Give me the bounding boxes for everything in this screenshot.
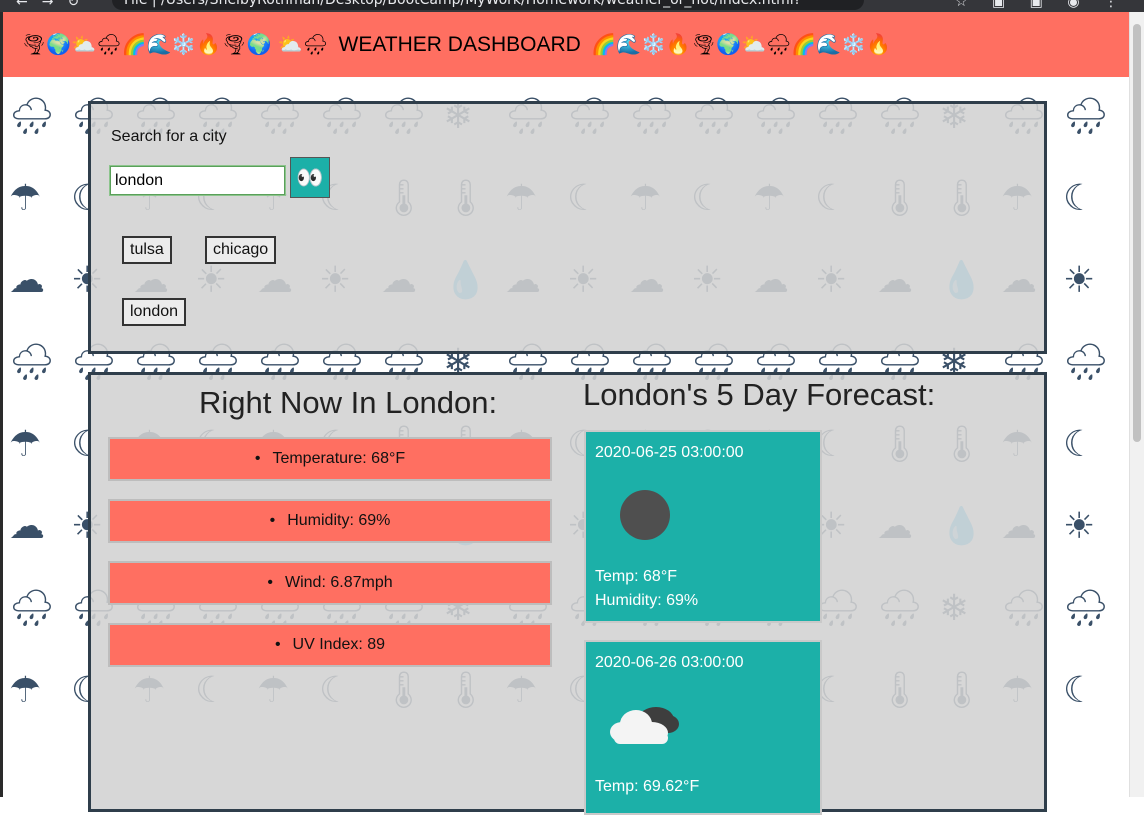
history-button-tulsa[interactable]: tulsa — [122, 236, 172, 264]
page-scrollbar[interactable] — [1129, 12, 1144, 797]
sun-icon: ☀ — [1063, 506, 1096, 547]
bullet: • — [267, 574, 273, 591]
cloud-icon — [610, 707, 679, 744]
forecast-temp: Temp: 69.62°F — [595, 778, 700, 795]
page-header: 🌪🌍⛅🌧🌈🌊❄️🔥🌪🌍 ⛅🌧 WEATHER DASHBOARD 🌈🌊❄️🔥🌪🌍… — [3, 12, 1130, 77]
forecast-card: 2020-06-25 03:00:00 Temp: 68°F Humidity:… — [584, 430, 822, 623]
rain-cloud-icon: 🌧 — [1063, 342, 1109, 383]
rain-cloud-icon: 🌧 — [1063, 588, 1109, 629]
sun-icon: ☀ — [1063, 260, 1096, 301]
moon-icon: ☾ — [1063, 424, 1096, 465]
page-title: WEATHER DASHBOARD — [338, 33, 581, 56]
current-weather-title: Right Now In London: — [199, 385, 498, 420]
search-button[interactable]: 👀 — [290, 157, 330, 198]
header-emoji-right: 🌈🌊❄️🔥🌪🌍⛅🌧🌈🌊❄️🔥 — [591, 32, 891, 56]
rain-cloud-icon: 🌧 — [1063, 96, 1109, 137]
rain-cloud-icon: 🌧 — [9, 588, 55, 629]
moon-icon: ☾ — [1063, 670, 1096, 711]
umbrella-icon: ☂ — [9, 670, 42, 711]
forecast-temp: Temp: 68°F — [595, 568, 677, 585]
moon-icon — [620, 490, 670, 540]
humidity-text: Humidity: 69% — [287, 512, 391, 529]
umbrella-icon: ☂ — [9, 178, 42, 219]
address-bar[interactable]: File | /Users/ShelbyRothman/Desktop/Boot… — [112, 0, 864, 10]
search-input[interactable] — [110, 166, 285, 195]
forecast-humidity: Humidity: 69% — [595, 592, 699, 609]
search-label: Search for a city — [111, 128, 227, 145]
humidity-stat: • Humidity: 69% — [108, 499, 552, 543]
uv-index-text: UV Index: 89 — [292, 636, 386, 653]
extension-icons[interactable]: ☆ ▣ ▣ ◉ ⋮ — [955, 0, 1128, 10]
bullet: • — [274, 636, 281, 653]
cloud-icon: ☁ — [9, 506, 45, 547]
umbrella-icon: ☂ — [9, 424, 42, 465]
browser-toolbar: ←→↻ File | /Users/ShelbyRothman/Desktop/… — [0, 0, 1144, 12]
rain-cloud-icon: 🌧 — [9, 342, 55, 383]
forecast-date: 2020-06-26 03:00:00 — [595, 654, 744, 671]
wind-stat: • Wind: 6.87mph — [108, 561, 552, 605]
forecast-date: 2020-06-25 03:00:00 — [595, 444, 744, 461]
forecast-card: 2020-06-26 03:00:00 Temp: 69.62°F — [584, 640, 822, 815]
history-button-london[interactable]: london — [122, 298, 187, 326]
moon-icon: ☾ — [1063, 178, 1096, 219]
uv-index-stat: • UV Index: 89 — [108, 623, 552, 667]
search-panel: Search for a city 👀 tulsa chicago london — [88, 101, 1047, 354]
history-button-chicago[interactable]: chicago — [205, 236, 277, 264]
forecast-title: London's 5 Day Forecast: — [583, 377, 936, 412]
rain-cloud-icon: 🌧 — [9, 96, 55, 137]
temperature-text: Temperature: 68°F — [272, 450, 406, 467]
temperature-stat: • Temperature: 68°F — [108, 437, 552, 481]
bullet: • — [269, 512, 276, 529]
cloud-icon: ☁ — [9, 260, 45, 301]
bullet: • — [254, 450, 261, 467]
eyes-icon: 👀 — [296, 164, 324, 190]
header-emoji-left: 🌪🌍⛅🌧🌈🌊❄️🔥🌪🌍 ⛅🌧 — [21, 32, 329, 56]
page: 🌧🌧🌧🌧🌧🌧🌧❄🌧🌧🌧🌧🌧🌧🌧❄🌧🌧☂☾☂☾☂☾🌡🌡☂☾☂☾☂☾🌡🌡☂☾☁☀☁☀… — [3, 12, 1130, 815]
results-panel: Right Now In London: • Temperature: 68°F… — [88, 372, 1047, 815]
browser-nav-icons[interactable]: ←→↻ — [16, 0, 93, 10]
wind-text: Wind: 6.87mph — [285, 574, 393, 591]
scrollbar-thumb[interactable] — [1133, 24, 1141, 442]
